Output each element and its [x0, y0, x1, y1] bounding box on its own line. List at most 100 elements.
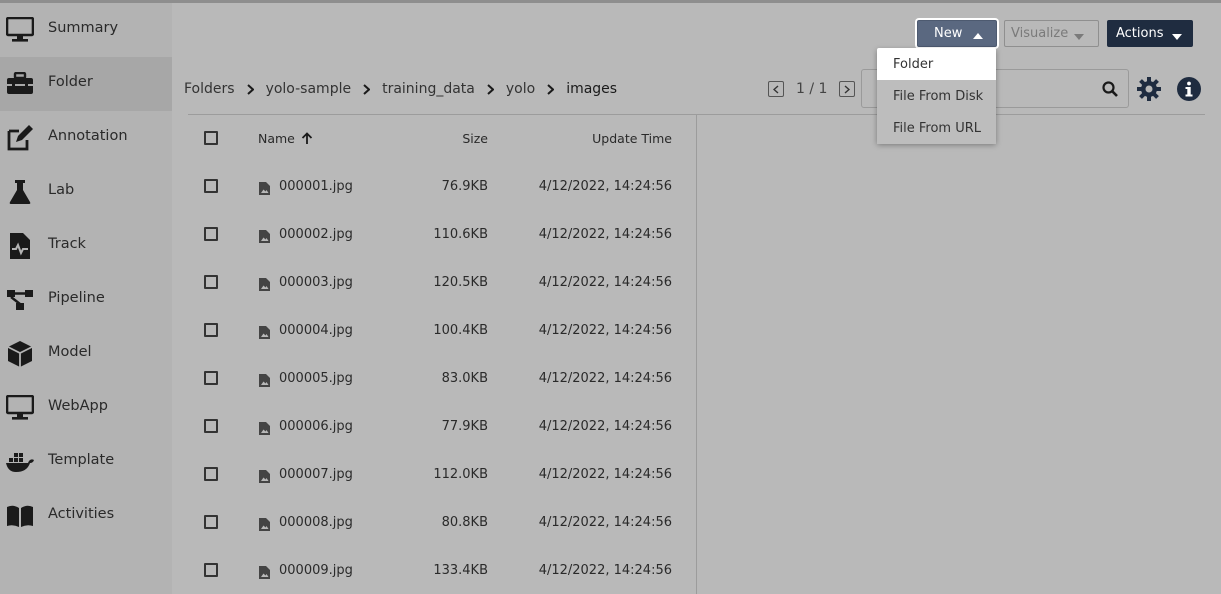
sidebar-item-model[interactable]: Model [0, 327, 172, 381]
actions-button[interactable]: Actions [1107, 20, 1193, 47]
table-row[interactable]: 000002.jpg 110.6KB 4/12/2022, 14:24:56 [188, 211, 696, 259]
sidebar-item-label: Model [48, 344, 92, 360]
file-name[interactable]: 000004.jpg [279, 323, 353, 338]
table-row[interactable]: 000008.jpg 80.8KB 4/12/2022, 14:24:56 [188, 499, 696, 547]
pager: 1 / 1 [768, 80, 856, 98]
table-header: Name Size Update Time [188, 115, 696, 163]
menu-item-folder[interactable]: Folder [877, 48, 996, 80]
gear-icon[interactable] [1136, 76, 1162, 106]
file-name[interactable]: 000005.jpg [279, 371, 353, 386]
sidebar-item-activities[interactable]: Activities [0, 489, 172, 543]
row-checkbox[interactable] [204, 227, 218, 241]
file-update-time: 4/12/2022, 14:24:56 [538, 179, 672, 194]
image-file-icon [259, 516, 270, 535]
row-checkbox[interactable] [204, 371, 218, 385]
monitor-icon [5, 394, 35, 422]
file-update-time: 4/12/2022, 14:24:56 [538, 371, 672, 386]
file-size: 76.9KB [441, 179, 488, 194]
sidebar-item-webapp[interactable]: WebApp [0, 381, 172, 435]
file-update-time: 4/12/2022, 14:24:56 [538, 227, 672, 242]
new-dropdown-menu: Folder File From Disk File From URL [877, 48, 996, 144]
file-name[interactable]: 000008.jpg [279, 515, 353, 530]
sidebar-item-label: Folder [48, 74, 93, 90]
file-name[interactable]: 000002.jpg [279, 227, 353, 242]
file-pulse-icon [5, 232, 35, 260]
file-update-time: 4/12/2022, 14:24:56 [538, 515, 672, 530]
info-icon[interactable] [1176, 76, 1202, 106]
chevron-right-icon [844, 84, 851, 94]
sidebar-item-label: Pipeline [48, 290, 105, 306]
select-all-checkbox[interactable] [204, 131, 218, 145]
flask-icon [5, 178, 35, 206]
row-checkbox[interactable] [204, 467, 218, 481]
menu-item-file-from-url[interactable]: File From URL [877, 112, 996, 144]
breadcrumb-training-data[interactable]: training_data [382, 81, 475, 97]
image-file-icon [259, 180, 270, 199]
file-update-time: 4/12/2022, 14:24:56 [538, 419, 672, 434]
table-row[interactable]: 000009.jpg 133.4KB 4/12/2022, 14:24:56 [188, 547, 696, 594]
file-update-time: 4/12/2022, 14:24:56 [538, 563, 672, 578]
caret-up-icon [972, 29, 984, 44]
row-checkbox[interactable] [204, 515, 218, 529]
sidebar-item-label: Lab [48, 182, 75, 198]
chevron-left-icon [773, 84, 779, 94]
sidebar-item-summary[interactable]: Summary [0, 3, 172, 57]
sidebar-item-label: Activities [48, 506, 115, 522]
sidebar-item-lab[interactable]: Lab [0, 165, 172, 219]
breadcrumb-images: images [566, 81, 618, 97]
visualize-button[interactable]: Visualize [1004, 20, 1099, 47]
cube-icon [5, 340, 35, 368]
row-checkbox[interactable] [204, 179, 218, 193]
file-size: 112.0KB [433, 467, 488, 482]
file-size: 83.0KB [441, 371, 488, 386]
chevron-right-icon [547, 83, 555, 95]
sidebar-item-label: Track [48, 236, 86, 252]
file-update-time: 4/12/2022, 14:24:56 [538, 467, 672, 482]
sidebar-item-template[interactable]: Template [0, 435, 172, 489]
file-size: 133.4KB [433, 563, 488, 578]
breadcrumb-yolo[interactable]: yolo [506, 81, 535, 97]
file-name[interactable]: 000007.jpg [279, 467, 353, 482]
sidebar-item-folder[interactable]: Folder [0, 57, 172, 111]
sidebar-item-pipeline[interactable]: Pipeline [0, 273, 172, 327]
menu-item-file-from-disk[interactable]: File From Disk [877, 80, 996, 112]
sidebar-item-label: Summary [48, 20, 119, 36]
breadcrumb-yolo-sample[interactable]: yolo-sample [266, 81, 352, 97]
pipeline-icon [5, 286, 35, 314]
row-checkbox[interactable] [204, 323, 218, 337]
file-update-time: 4/12/2022, 14:24:56 [538, 275, 672, 290]
table-row[interactable]: 000003.jpg 120.5KB 4/12/2022, 14:24:56 [188, 259, 696, 307]
search-icon[interactable] [1102, 81, 1118, 101]
file-update-time: 4/12/2022, 14:24:56 [538, 323, 672, 338]
table-row[interactable]: 000007.jpg 112.0KB 4/12/2022, 14:24:56 [188, 451, 696, 499]
table-row[interactable]: 000001.jpg 76.9KB 4/12/2022, 14:24:56 [188, 163, 696, 211]
file-size: 110.6KB [433, 227, 488, 242]
image-file-icon [259, 372, 270, 391]
breadcrumb: Folders yolo-sample training_data yolo i… [184, 79, 617, 99]
main-panel: New Visualize Actions Folders yolo-sampl… [172, 3, 1221, 594]
table-row[interactable]: 000005.jpg 83.0KB 4/12/2022, 14:24:56 [188, 355, 696, 403]
column-header-update-time[interactable]: Update Time [592, 131, 672, 146]
file-size: 77.9KB [441, 419, 488, 434]
row-checkbox[interactable] [204, 275, 218, 289]
table-row[interactable]: 000004.jpg 100.4KB 4/12/2022, 14:24:56 [188, 307, 696, 355]
row-checkbox[interactable] [204, 419, 218, 433]
column-header-size[interactable]: Size [462, 131, 488, 146]
row-checkbox[interactable] [204, 563, 218, 577]
prev-page-button[interactable] [768, 81, 784, 97]
table-row[interactable]: 000006.jpg 77.9KB 4/12/2022, 14:24:56 [188, 403, 696, 451]
file-size: 100.4KB [433, 323, 488, 338]
sidebar-item-annotation[interactable]: Annotation [0, 111, 172, 165]
column-header-name[interactable]: Name [258, 131, 313, 146]
file-name[interactable]: 000003.jpg [279, 275, 353, 290]
image-file-icon [259, 276, 270, 295]
file-name[interactable]: 000009.jpg [279, 563, 353, 578]
file-name[interactable]: 000001.jpg [279, 179, 353, 194]
monitor-icon [5, 16, 35, 44]
next-page-button[interactable] [839, 81, 856, 97]
breadcrumb-folders[interactable]: Folders [184, 81, 235, 97]
file-name[interactable]: 000006.jpg [279, 419, 353, 434]
new-button[interactable]: New [917, 20, 997, 47]
sidebar: Summary Folder Annotation Lab Track Pipe… [0, 3, 172, 594]
sidebar-item-track[interactable]: Track [0, 219, 172, 273]
